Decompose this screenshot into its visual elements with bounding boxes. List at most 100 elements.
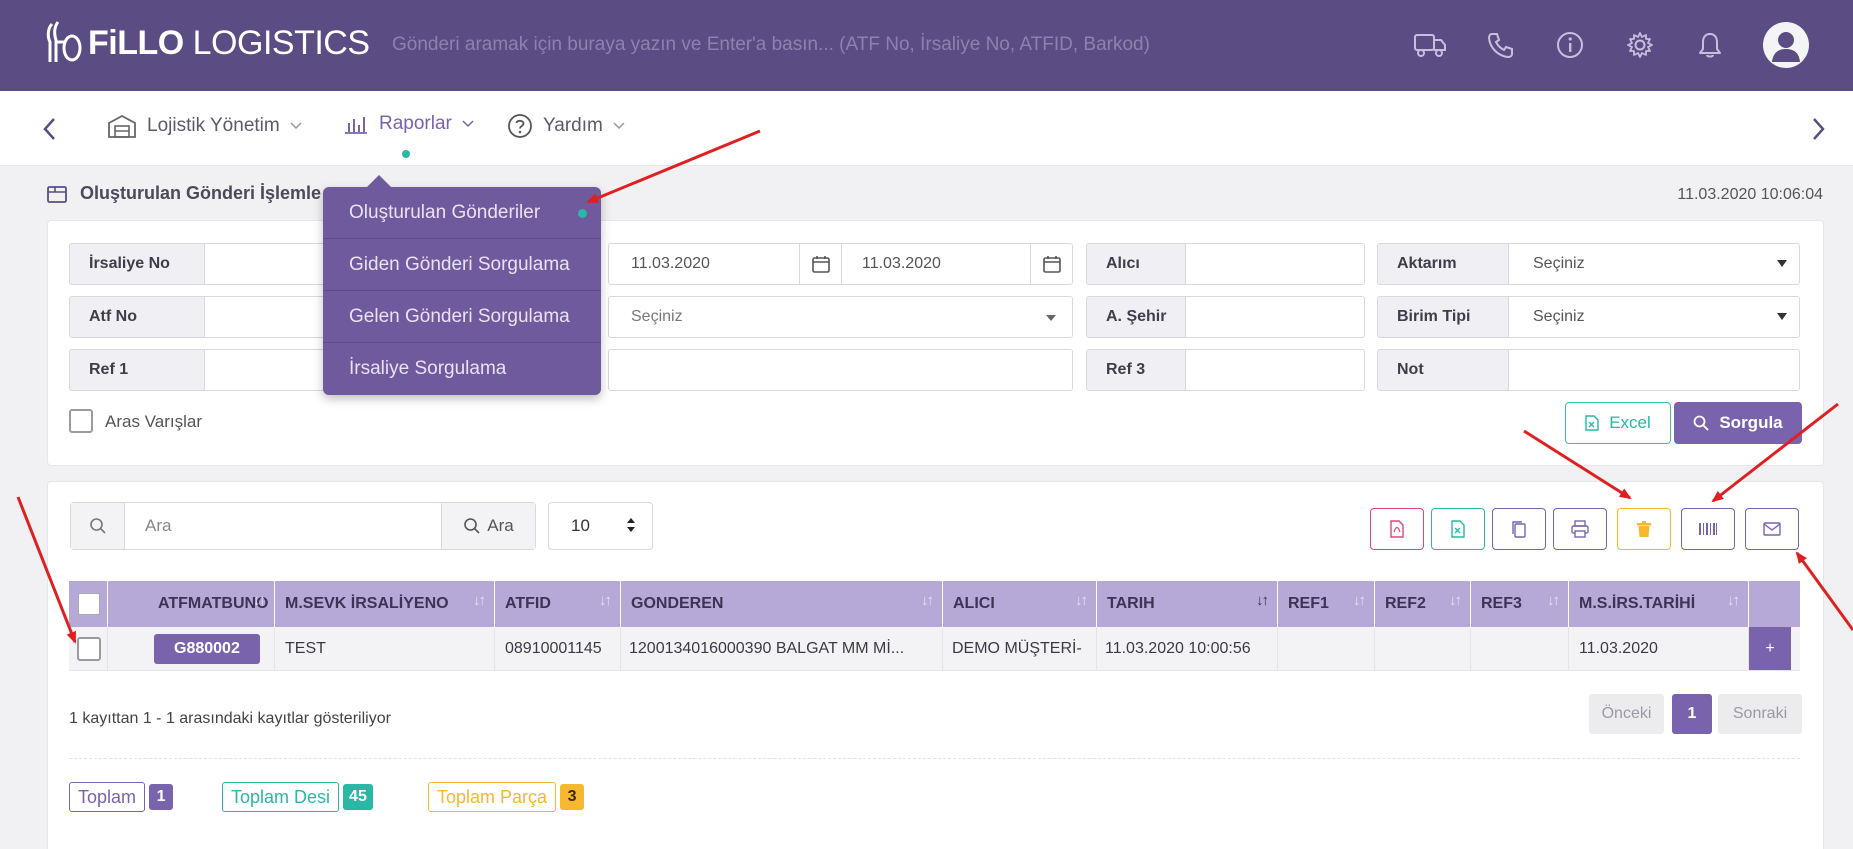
- sort-icon: ↓↑: [599, 592, 612, 609]
- field-label: A. Şehir: [1087, 297, 1186, 337]
- row-select-cell: [69, 627, 108, 670]
- column-header[interactable]: REF3 ↓↑: [1471, 581, 1569, 627]
- not-field: Not: [1377, 349, 1800, 391]
- action-column-header: [1749, 581, 1791, 627]
- excel-file-icon: [1451, 520, 1465, 538]
- column-header[interactable]: ATFID ↓↑: [495, 581, 621, 627]
- sort-icon: ↓↑: [1075, 592, 1088, 609]
- excel-button[interactable]: Excel: [1565, 402, 1671, 444]
- menu-item-giden-gonderi-sorgulama[interactable]: Giden Gönderi Sorgulama: [323, 239, 601, 291]
- bell-icon[interactable]: [1693, 22, 1727, 68]
- nav-prev-arrow-icon[interactable]: [40, 115, 60, 143]
- sort-icon: ↓↑: [1727, 592, 1740, 609]
- print-button[interactable]: [1553, 508, 1607, 550]
- menu-item-label: Giden Gönderi Sorgulama: [349, 253, 570, 275]
- aras-varislar-label: Aras Varışlar: [105, 412, 202, 431]
- info-icon[interactable]: [1553, 22, 1587, 68]
- column-header[interactable]: TARIH ↓↑: [1097, 581, 1278, 627]
- a-sehir-input[interactable]: [1186, 297, 1364, 337]
- menu-item-label: Gelen Gönderi Sorgulama: [349, 305, 570, 327]
- pdf-export-button[interactable]: [1370, 508, 1424, 550]
- global-search-input[interactable]: Gönderi aramak için buraya yazın ve Ente…: [392, 34, 1150, 56]
- next-page-button[interactable]: Sonraki: [1718, 694, 1802, 734]
- table-search-button[interactable]: Ara: [441, 503, 535, 549]
- row-checkbox[interactable]: [77, 636, 101, 661]
- a-sehir-field: A. Şehir: [1086, 296, 1365, 338]
- excel-export-button[interactable]: [1431, 508, 1485, 550]
- records-info: 1 kayıttan 1 - 1 arasındaki kayıtlar gös…: [69, 710, 391, 727]
- table-search: Ara Ara: [70, 502, 536, 550]
- nav-item-lojistik-yonetim[interactable]: Lojistik Yönetim: [107, 113, 302, 139]
- column-header[interactable]: REF1 ↓↑: [1278, 581, 1375, 627]
- truck-icon[interactable]: [1413, 22, 1447, 68]
- mid-select[interactable]: Seçiniz: [609, 297, 1072, 337]
- sort-icon: ↓↑: [253, 592, 266, 609]
- ref3-input[interactable]: [1186, 350, 1364, 390]
- trash-icon: [1637, 521, 1651, 537]
- atf-no-input[interactable]: [205, 297, 328, 337]
- copy-button[interactable]: [1492, 508, 1546, 550]
- calendar-icon[interactable]: [1030, 244, 1072, 284]
- active-indicator: [578, 209, 587, 218]
- column-header[interactable]: M.S.İRS.TARİHİ ↓↑: [1569, 581, 1749, 627]
- column-header-label: M.SEVK İRSALİYENO: [285, 595, 449, 612]
- raporlar-dropdown-menu: Oluşturulan Gönderiler Giden Gönderi Sor…: [323, 175, 601, 395]
- barcode-icon: [1699, 523, 1717, 535]
- column-header[interactable]: ATFMATBUNO ↓↑: [108, 581, 275, 627]
- delete-button[interactable]: [1617, 508, 1671, 550]
- ref2-input[interactable]: [609, 350, 1072, 390]
- sort-icon: ↓↑: [1449, 592, 1462, 609]
- total-parca-label: Toplam Parça: [428, 782, 557, 812]
- barcode-button[interactable]: [1681, 508, 1735, 550]
- phone-icon[interactable]: [1483, 22, 1517, 68]
- column-header[interactable]: ALICI ↓↑: [943, 581, 1097, 627]
- nav-item-raporlar[interactable]: Raporlar: [343, 113, 474, 135]
- nav-next-arrow-icon[interactable]: [1808, 115, 1828, 143]
- select-all-checkbox[interactable]: [78, 593, 100, 615]
- date-to-input[interactable]: 11.03.2020: [841, 244, 1030, 284]
- sort-icon: ↓↑: [921, 592, 934, 609]
- page-title: Oluşturulan Gönderi İşlemle: [46, 183, 321, 204]
- field-label: Ref 1: [70, 350, 205, 390]
- top-header: FiLLO LOGISTICS Gönderi aramak için bura…: [0, 0, 1853, 91]
- total-value: 1: [149, 784, 174, 810]
- field-label: Atf No: [70, 297, 205, 337]
- mid-select-field: Seçiniz: [608, 296, 1073, 338]
- menu-item-gelen-gonderi-sorgulama[interactable]: Gelen Gönderi Sorgulama: [323, 291, 601, 343]
- column-header[interactable]: GONDEREN ↓↑: [621, 581, 943, 627]
- current-datetime: 11.03.2020 10:06:04: [1677, 186, 1823, 203]
- nav-item-yardim[interactable]: Yardım: [507, 113, 625, 139]
- column-header[interactable]: M.SEVK İRSALİYENO ↓↑: [275, 581, 495, 627]
- box-icon: [47, 185, 67, 203]
- page-number-button[interactable]: 1: [1672, 694, 1712, 734]
- expand-row-button[interactable]: +: [1749, 627, 1791, 670]
- menu-item-irsaliye-sorgulama[interactable]: İrsaliye Sorgulama: [323, 343, 601, 395]
- birim-tipi-select[interactable]: Seçiniz: [1509, 297, 1799, 337]
- aktarim-select[interactable]: Seçiniz: [1509, 244, 1799, 284]
- aras-varislar-checkbox[interactable]: [69, 409, 93, 433]
- date-from-input[interactable]: 11.03.2020: [609, 244, 799, 284]
- not-input[interactable]: [1509, 350, 1799, 390]
- sorgula-button[interactable]: Sorgula: [1674, 402, 1802, 444]
- alici-input[interactable]: [1186, 244, 1364, 284]
- nav-label: Raporlar: [379, 113, 452, 134]
- table-search-input[interactable]: Ara: [125, 503, 441, 549]
- page-size-select[interactable]: 10: [548, 502, 653, 550]
- ref2-field: [608, 349, 1073, 391]
- irsaliye-no-input[interactable]: [205, 244, 328, 284]
- atfmatbuno-badge[interactable]: G880002: [154, 633, 260, 664]
- total-label: Toplam: [69, 782, 146, 812]
- gear-icon[interactable]: [1623, 22, 1657, 68]
- previous-page-button[interactable]: Önceki: [1589, 694, 1664, 734]
- logo[interactable]: FiLLO LOGISTICS: [44, 18, 370, 68]
- ref1-input[interactable]: [205, 350, 328, 390]
- email-button[interactable]: [1745, 508, 1799, 550]
- column-header[interactable]: REF2 ↓↑: [1375, 581, 1471, 627]
- user-avatar[interactable]: [1763, 22, 1809, 68]
- birim-tipi-field: Birim Tipi Seçiniz: [1377, 296, 1800, 338]
- calendar-icon[interactable]: [799, 244, 841, 284]
- menu-item-olusturulan-gonderiler[interactable]: Oluşturulan Gönderiler: [323, 187, 601, 239]
- logo-light-text: LOGISTICS: [183, 23, 370, 62]
- ref3-field: Ref 3: [1086, 349, 1365, 391]
- page-title-text: Oluşturulan Gönderi İşlemle: [80, 183, 322, 203]
